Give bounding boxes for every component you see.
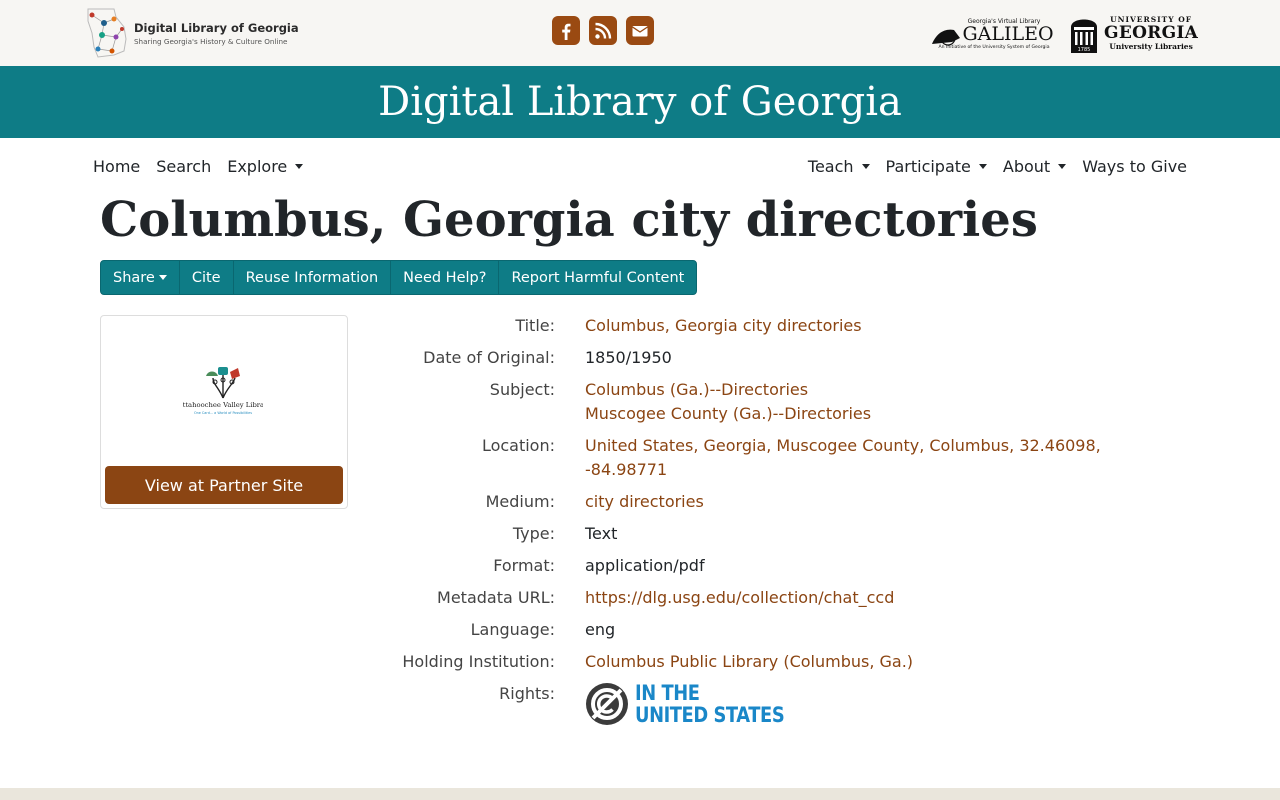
- rss-icon[interactable]: [589, 16, 617, 45]
- site-banner: Digital Library of Georgia: [0, 66, 1280, 138]
- type-value: Text: [585, 524, 618, 543]
- metadata-row-medium: Medium: city directories: [360, 490, 1140, 514]
- report-harmful-content-button[interactable]: Report Harmful Content: [499, 261, 696, 294]
- holding-institution-label: Holding Institution:: [402, 652, 555, 671]
- dlg-logo-tagline: Sharing Georgia's History & Culture Onli…: [134, 36, 288, 46]
- metadata-row-subject: Subject: Columbus (Ga.)--Directories Mus…: [360, 378, 1140, 426]
- rights-text-line2: UNITED STATES: [635, 703, 785, 727]
- item-toolbar: Share Cite Reuse Information Need Help? …: [100, 260, 698, 295]
- metadata-row-type: Type: Text: [360, 522, 1140, 546]
- metadata-row-title: Title: Columbus, Georgia city directorie…: [360, 314, 1140, 338]
- social-links: [552, 16, 654, 46]
- need-help-button[interactable]: Need Help?: [391, 261, 500, 294]
- metadata-row-language: Language: eng: [360, 618, 1140, 642]
- nav-participate[interactable]: Participate: [886, 153, 987, 179]
- language-label: Language:: [470, 620, 555, 639]
- uga-arch-icon: 1785: [1071, 19, 1097, 53]
- reuse-information-button[interactable]: Reuse Information: [234, 261, 392, 294]
- nav-explore[interactable]: Explore: [227, 153, 304, 179]
- uga-line3: University Libraries: [1109, 42, 1193, 51]
- uga-libraries-logo[interactable]: 1785 UNIVERSITY OF GEORGIA University Li…: [1070, 12, 1199, 54]
- banner-title[interactable]: Digital Library of Georgia: [378, 79, 902, 125]
- date-label: Date of Original:: [423, 348, 555, 367]
- holding-institution-link[interactable]: Columbus Public Library (Columbus, Ga.): [585, 650, 913, 674]
- subject-value-link[interactable]: Columbus (Ga.)--Directories: [585, 378, 871, 402]
- metadata-url-link[interactable]: https://dlg.usg.edu/collection/chat_ccd: [585, 586, 894, 610]
- metadata-url-label: Metadata URL:: [437, 588, 555, 607]
- envelope-icon[interactable]: [626, 16, 654, 45]
- uga-line2: GEORGIA: [1104, 23, 1199, 43]
- nav-search-label: Search: [156, 156, 212, 176]
- nav-teach-label: Teach: [807, 156, 854, 176]
- galileo-sub-text: An Initiative of the University System o…: [938, 44, 1049, 50]
- type-label: Type:: [512, 524, 555, 543]
- share-button[interactable]: Share: [101, 261, 180, 294]
- nav-participate-label: Participate: [885, 156, 971, 176]
- metadata-list: Title: Columbus, Georgia city directorie…: [360, 314, 1140, 734]
- rights-label: Rights:: [499, 684, 555, 703]
- galileo-name-text: GALILEO: [962, 23, 1053, 45]
- view-at-partner-site-button[interactable]: View at Partner Site: [105, 466, 343, 504]
- facebook-icon[interactable]: [552, 16, 580, 45]
- chevron-down-icon: [295, 163, 304, 169]
- subject-value-link[interactable]: Muscogee County (Ga.)--Directories: [585, 402, 871, 426]
- metadata-row-rights: Rights: IN THE UNITED STATES: [360, 682, 1140, 726]
- no-copyright-icon: [586, 683, 628, 725]
- metadata-row-date: Date of Original: 1850/1950: [360, 346, 1140, 370]
- library-name-text: Chattahoochee Valley Libraries: [183, 401, 263, 409]
- nav-home[interactable]: Home: [93, 153, 140, 179]
- chevron-down-icon: [978, 163, 987, 169]
- title-value-link[interactable]: Columbus, Georgia city directories: [585, 314, 862, 338]
- cite-button[interactable]: Cite: [180, 261, 234, 294]
- main-nav-right: Teach Participate About Ways to Give: [808, 153, 1187, 179]
- chevron-down-icon: [861, 163, 870, 169]
- nav-ways-to-give[interactable]: Ways to Give: [1082, 153, 1187, 179]
- page-title: Columbus, Georgia city directories: [100, 192, 1038, 248]
- location-label: Location:: [481, 436, 555, 455]
- language-value: eng: [585, 620, 616, 639]
- uga-year-text: 1785: [1078, 47, 1091, 53]
- location-value-link[interactable]: United States, Georgia, Muscogee County,…: [585, 434, 1101, 458]
- galileo-logo[interactable]: Georgia's Virtual Library GALILEO An Ini…: [930, 16, 1058, 50]
- format-label: Format:: [493, 556, 555, 575]
- thumbnail-card: Chattahoochee Valley Libraries One Card.…: [100, 315, 348, 509]
- metadata-row-metadata-url: Metadata URL: https://dlg.usg.edu/collec…: [360, 586, 1140, 610]
- chevron-down-icon: [158, 275, 167, 280]
- nav-about-label: About: [1002, 156, 1051, 176]
- location-value-link-continued[interactable]: -84.98771: [585, 458, 1101, 482]
- metadata-row-holding-institution: Holding Institution: Columbus Public Lib…: [360, 650, 1140, 674]
- rights-text-line1: IN THE: [635, 681, 700, 705]
- medium-value-link[interactable]: city directories: [585, 490, 704, 514]
- date-value: 1850/1950: [585, 348, 672, 367]
- georgia-map-icon: [87, 8, 127, 58]
- metadata-row-format: Format: application/pdf: [360, 554, 1140, 578]
- medium-label: Medium:: [485, 492, 555, 511]
- rights-statement-badge[interactable]: IN THE UNITED STATES: [585, 682, 811, 726]
- main-nav-left: Home Search Explore: [93, 153, 304, 179]
- metadata-row-location: Location: United States, Georgia, Muscog…: [360, 434, 1140, 482]
- nav-teach[interactable]: Teach: [808, 153, 870, 179]
- dlg-logo[interactable]: Digital Library of Georgia Sharing Georg…: [84, 6, 304, 60]
- subject-label: Subject:: [489, 380, 555, 399]
- nav-about[interactable]: About: [1002, 153, 1067, 179]
- share-button-label: Share: [113, 269, 155, 286]
- nav-explore-label: Explore: [227, 156, 288, 176]
- chevron-down-icon: [1058, 163, 1067, 169]
- nav-search[interactable]: Search: [156, 153, 211, 179]
- top-bar: Digital Library of Georgia Sharing Georg…: [0, 0, 1280, 66]
- nav-ways-to-give-label: Ways to Give: [1082, 156, 1187, 176]
- footer-strip: [0, 788, 1280, 800]
- title-label: Title:: [515, 316, 555, 335]
- library-tagline-text: One Card... a World of Possibilities: [194, 411, 252, 415]
- nav-home-label: Home: [93, 156, 141, 176]
- chattahoochee-valley-libraries-logo[interactable]: Chattahoochee Valley Libraries One Card.…: [183, 362, 263, 422]
- format-value: application/pdf: [585, 556, 705, 575]
- dlg-logo-name: Digital Library of Georgia: [134, 20, 299, 35]
